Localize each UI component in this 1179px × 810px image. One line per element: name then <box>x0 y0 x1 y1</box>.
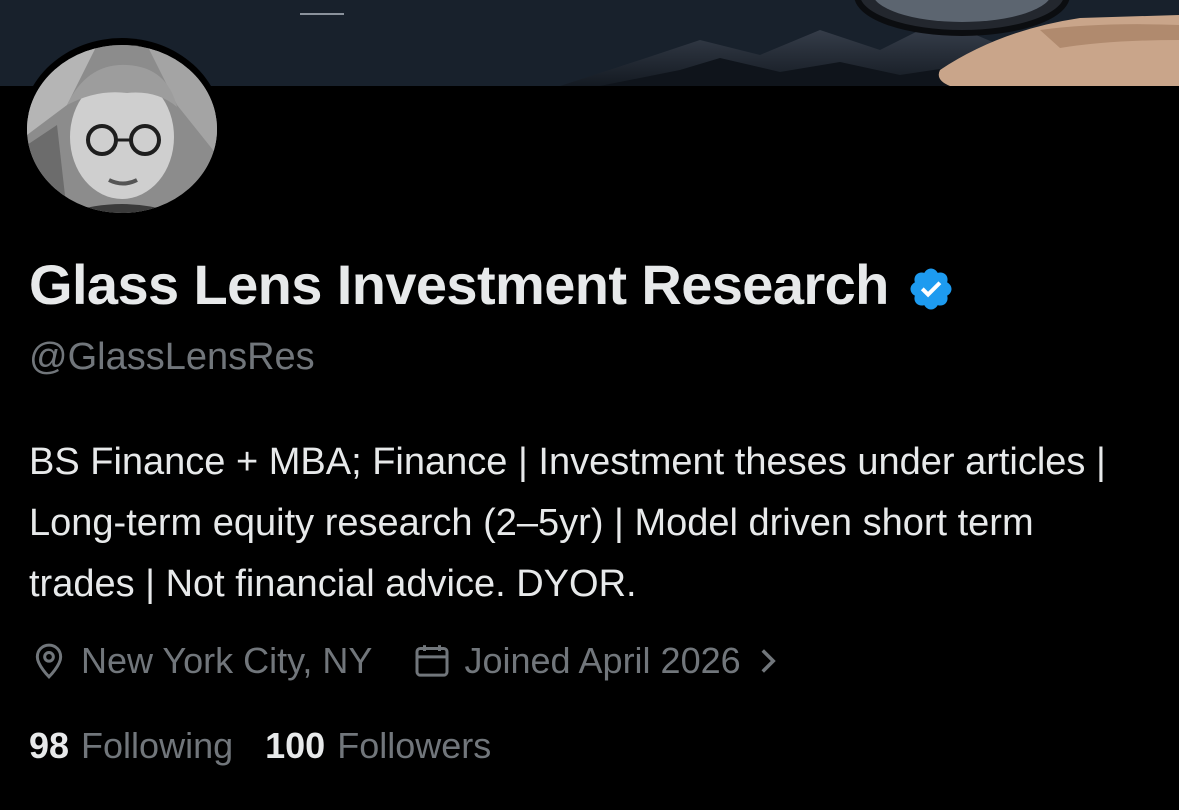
joined-text: Joined April 2026 <box>464 640 741 681</box>
following-count: 98 <box>29 725 70 766</box>
location-text: New York City, NY <box>81 640 373 681</box>
following-link[interactable]: 98 Following <box>29 725 233 767</box>
avatar-image <box>27 45 217 213</box>
followers-link[interactable]: 100 Followers <box>265 725 491 767</box>
name-row: Glass Lens Investment Research <box>29 252 955 317</box>
calendar-icon <box>415 645 449 677</box>
follow-stats: 98 Following 100 Followers <box>29 725 491 767</box>
profile-meta: New York City, NY Joined April 2026 <box>29 640 791 682</box>
joined-item[interactable]: Joined April 2026 <box>412 640 790 682</box>
following-label: Following <box>81 725 234 766</box>
followers-label: Followers <box>337 725 492 766</box>
profile-bio: BS Finance + MBA; Finance | Investment t… <box>29 441 1106 605</box>
profile-handle: @GlassLensRes <box>29 336 315 378</box>
location-pin-icon <box>35 643 63 679</box>
location-item: New York City, NY <box>29 640 372 682</box>
profile-avatar[interactable] <box>21 38 223 220</box>
followers-count: 100 <box>265 725 326 766</box>
verified-badge-icon[interactable] <box>907 265 955 313</box>
display-name: Glass Lens Investment Research <box>29 253 889 316</box>
chevron-right-icon[interactable] <box>757 647 779 675</box>
